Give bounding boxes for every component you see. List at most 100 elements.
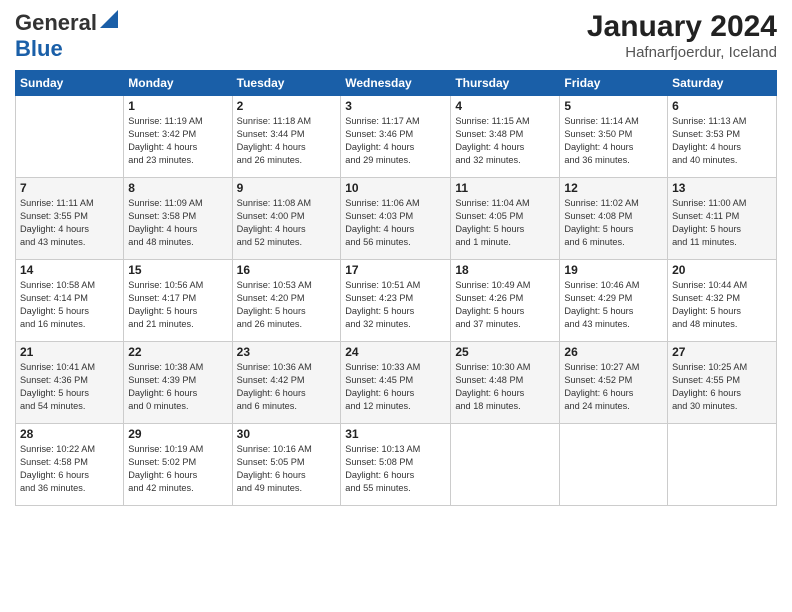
day-number: 29 [128,427,227,441]
logo-general: General [15,10,97,36]
header: General Blue January 2024 Hafnarfjoerdur… [15,10,777,62]
calendar-week-row: 21 Sunrise: 10:41 AMSunset: 4:36 PMDaylig… [16,342,777,424]
day-number: 4 [455,99,555,113]
calendar-header-thursday: Thursday [451,71,560,96]
calendar-cell [668,424,777,506]
calendar-week-row: 7 Sunrise: 11:11 AMSunset: 3:55 PMDayligh… [16,178,777,260]
day-info: Sunrise: 10:56 AMSunset: 4:17 PMDaylight… [128,279,227,331]
day-number: 21 [20,345,119,359]
location: Hafnarfjoerdur, Iceland [587,44,777,61]
calendar-cell: 1 Sunrise: 11:19 AMSunset: 3:42 PMDayligh… [124,96,232,178]
calendar-cell: 21 Sunrise: 10:41 AMSunset: 4:36 PMDaylig… [16,342,124,424]
day-info: Sunrise: 11:02 AMSunset: 4:08 PMDaylight… [564,197,663,249]
calendar-cell [16,96,124,178]
day-info: Sunrise: 10:27 AMSunset: 4:52 PMDaylight… [564,361,663,413]
calendar-header-tuesday: Tuesday [232,71,341,96]
logo-blue: Blue [15,36,63,61]
calendar-week-row: 28Sunrise: 10:22 AMSunset: 4:58 PMDaylig… [16,424,777,506]
day-number: 14 [20,263,119,277]
calendar-cell: 2 Sunrise: 11:18 AMSunset: 3:44 PMDayligh… [232,96,341,178]
day-info: Sunrise: 10:46 AMSunset: 4:29 PMDaylight… [564,279,663,331]
day-number: 10 [345,181,446,195]
day-info: Sunrise: 10:49 AMSunset: 4:26 PMDaylight… [455,279,555,331]
day-number: 2 [237,99,337,113]
page: General Blue January 2024 Hafnarfjoerdur… [0,0,792,516]
day-info: Sunrise: 11:08 AMSunset: 4:00 PMDaylight… [237,197,337,249]
day-number: 27 [672,345,772,359]
day-number: 13 [672,181,772,195]
day-info: Sunrise: 10:38 AMSunset: 4:39 PMDaylight… [128,361,227,413]
calendar-cell: 3 Sunrise: 11:17 AMSunset: 3:46 PMDayligh… [341,96,451,178]
title-block: January 2024 Hafnarfjoerdur, Iceland [587,10,777,61]
calendar-header-sunday: Sunday [16,71,124,96]
calendar-week-row: 1 Sunrise: 11:19 AMSunset: 3:42 PMDayligh… [16,96,777,178]
calendar-cell: 10 Sunrise: 11:06 AMSunset: 4:03 PMDaylig… [341,178,451,260]
day-info: Sunrise: 10:19 AMSunset: 5:02 PMDaylight… [128,443,227,495]
calendar-cell: 31 Sunrise: 10:13 AMSunset: 5:08 PMDaylig… [341,424,451,506]
day-number: 9 [237,181,337,195]
calendar-cell: 17Sunrise: 10:51 AMSunset: 4:23 PMDaylig… [341,260,451,342]
day-info: Sunrise: 11:17 AMSunset: 3:46 PMDaylight… [345,115,446,167]
calendar-cell: 28Sunrise: 10:22 AMSunset: 4:58 PMDaylig… [16,424,124,506]
day-info: Sunrise: 10:16 AMSunset: 5:05 PMDaylight… [237,443,337,495]
logo: General Blue [15,10,118,62]
day-number: 23 [237,345,337,359]
day-info: Sunrise: 11:11 AMSunset: 3:55 PMDaylight… [20,197,119,249]
calendar-cell: 13Sunrise: 11:00 AMSunset: 4:11 PMDaylig… [668,178,777,260]
calendar-cell [560,424,668,506]
day-info: Sunrise: 10:36 AMSunset: 4:42 PMDaylight… [237,361,337,413]
day-info: Sunrise: 11:13 AMSunset: 3:53 PMDaylight… [672,115,772,167]
day-number: 31 [345,427,446,441]
calendar-cell: 26 Sunrise: 10:27 AMSunset: 4:52 PMDaylig… [560,342,668,424]
day-number: 24 [345,345,446,359]
day-info: Sunrise: 11:18 AMSunset: 3:44 PMDaylight… [237,115,337,167]
day-number: 20 [672,263,772,277]
day-info: Sunrise: 11:06 AMSunset: 4:03 PMDaylight… [345,197,446,249]
calendar-header-saturday: Saturday [668,71,777,96]
month-year: January 2024 [587,10,777,44]
day-number: 18 [455,263,555,277]
calendar-cell [451,424,560,506]
day-number: 19 [564,263,663,277]
calendar-cell: 11 Sunrise: 11:04 AMSunset: 4:05 PMDaylig… [451,178,560,260]
calendar-week-row: 14 Sunrise: 10:58 AMSunset: 4:14 PMDaylig… [16,260,777,342]
calendar-table: SundayMondayTuesdayWednesdayThursdayFrid… [15,70,777,506]
day-number: 6 [672,99,772,113]
calendar-cell: 16 Sunrise: 10:53 AMSunset: 4:20 PMDaylig… [232,260,341,342]
day-number: 22 [128,345,227,359]
day-number: 30 [237,427,337,441]
day-info: Sunrise: 10:33 AMSunset: 4:45 PMDaylight… [345,361,446,413]
calendar-header-wednesday: Wednesday [341,71,451,96]
day-info: Sunrise: 11:04 AMSunset: 4:05 PMDaylight… [455,197,555,249]
day-number: 26 [564,345,663,359]
day-info: Sunrise: 10:53 AMSunset: 4:20 PMDaylight… [237,279,337,331]
day-number: 16 [237,263,337,277]
calendar-cell: 22 Sunrise: 10:38 AMSunset: 4:39 PMDaylig… [124,342,232,424]
calendar-cell: 5Sunrise: 11:14 AMSunset: 3:50 PMDayligh… [560,96,668,178]
calendar-cell: 4Sunrise: 11:15 AMSunset: 3:48 PMDayligh… [451,96,560,178]
day-number: 15 [128,263,227,277]
calendar-cell: 14 Sunrise: 10:58 AMSunset: 4:14 PMDaylig… [16,260,124,342]
day-info: Sunrise: 10:13 AMSunset: 5:08 PMDaylight… [345,443,446,495]
day-info: Sunrise: 10:41 AMSunset: 4:36 PMDaylight… [20,361,119,413]
day-info: Sunrise: 10:58 AMSunset: 4:14 PMDaylight… [20,279,119,331]
day-info: Sunrise: 10:44 AMSunset: 4:32 PMDaylight… [672,279,772,331]
day-number: 1 [128,99,227,113]
calendar-cell: 6 Sunrise: 11:13 AMSunset: 3:53 PMDayligh… [668,96,777,178]
calendar-cell: 7 Sunrise: 11:11 AMSunset: 3:55 PMDayligh… [16,178,124,260]
day-info: Sunrise: 11:19 AMSunset: 3:42 PMDaylight… [128,115,227,167]
day-number: 17 [345,263,446,277]
day-info: Sunrise: 10:30 AMSunset: 4:48 PMDaylight… [455,361,555,413]
day-number: 5 [564,99,663,113]
calendar-cell: 15 Sunrise: 10:56 AMSunset: 4:17 PMDaylig… [124,260,232,342]
day-number: 3 [345,99,446,113]
calendar-cell: 27Sunrise: 10:25 AMSunset: 4:55 PMDaylig… [668,342,777,424]
day-number: 7 [20,181,119,195]
logo-triangle [100,10,118,33]
day-number: 25 [455,345,555,359]
day-number: 28 [20,427,119,441]
day-number: 8 [128,181,227,195]
day-number: 11 [455,181,555,195]
calendar-header-friday: Friday [560,71,668,96]
calendar-cell: 18 Sunrise: 10:49 AMSunset: 4:26 PMDaylig… [451,260,560,342]
